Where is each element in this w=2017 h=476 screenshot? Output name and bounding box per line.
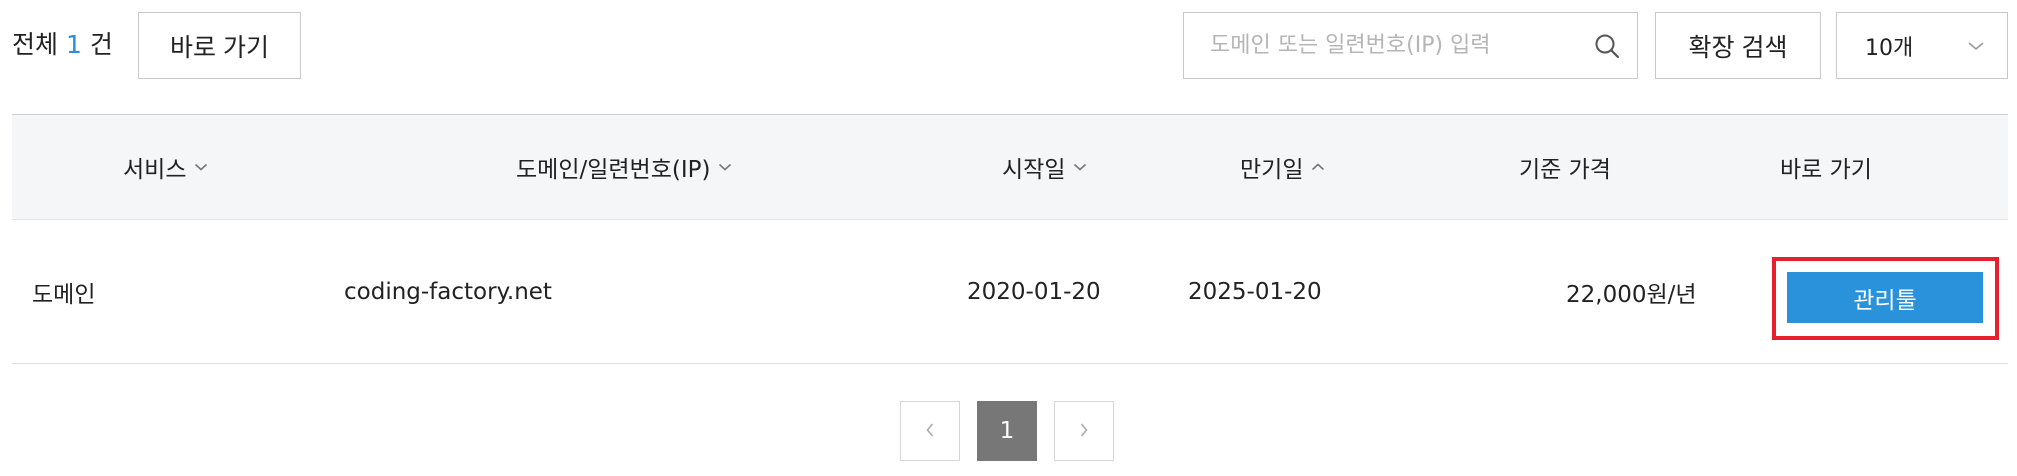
chevron-left-icon xyxy=(925,418,935,444)
column-header-start-date[interactable]: 시작일 xyxy=(1002,115,1087,219)
chevron-down-icon[interactable] xyxy=(194,162,208,172)
prev-page-button[interactable] xyxy=(900,401,960,461)
total-count: 1 xyxy=(66,30,82,59)
column-header-label: 바로 가기 xyxy=(1780,157,1872,183)
search-box xyxy=(1183,12,1638,79)
column-header-label: 서비스 xyxy=(123,157,187,183)
chevron-down-icon[interactable] xyxy=(1073,162,1087,172)
search-icon[interactable] xyxy=(1577,13,1637,78)
cell-start-date: 2020-01-20 xyxy=(967,278,1101,305)
column-header-price: 기준 가격 xyxy=(1519,115,1611,219)
table-header: 서비스 도메인/일련번호(IP) 시작일 만기일 기준 가격 바로 가기 xyxy=(12,114,2008,220)
column-header-label: 도메인/일련번호(IP) xyxy=(516,157,711,183)
total-prefix: 전체 xyxy=(12,30,59,59)
column-header-label: 시작일 xyxy=(1002,157,1066,183)
page-size-value: 10개 xyxy=(1865,35,1914,61)
page-size-select[interactable]: 10개 xyxy=(1836,12,2008,79)
total-count-label: 전체 1 건 xyxy=(12,28,113,62)
cell-service: 도메인 xyxy=(32,281,96,308)
chevron-down-icon[interactable] xyxy=(718,162,732,172)
chevron-right-icon xyxy=(1079,418,1089,444)
column-header-label: 기준 가격 xyxy=(1519,157,1611,183)
page-number-current[interactable]: 1 xyxy=(977,401,1037,461)
column-header-expiry-date[interactable]: 만기일 xyxy=(1240,115,1325,219)
domain-list-page: 전체1건 바로 가기 확장 검색 10개 서비스 도메인/일련번호(IP xyxy=(0,0,2017,476)
next-page-button[interactable] xyxy=(1054,401,1114,461)
search-input[interactable] xyxy=(1184,13,1577,78)
goto-button[interactable]: 바로 가기 xyxy=(138,12,301,79)
column-header-goto: 바로 가기 xyxy=(1780,115,1872,219)
column-header-service[interactable]: 서비스 xyxy=(123,115,208,219)
table-row: 도메인 coding-factory.net 2020-01-20 2025-0… xyxy=(12,220,2008,364)
cell-expiry-date: 2025-01-20 xyxy=(1188,278,1322,305)
chevron-down-icon xyxy=(1967,33,1985,58)
chevron-up-icon[interactable] xyxy=(1311,162,1325,172)
total-suffix: 건 xyxy=(89,30,113,59)
column-header-domain[interactable]: 도메인/일련번호(IP) xyxy=(516,115,732,219)
cell-domain: coding-factory.net xyxy=(344,278,552,305)
column-header-label: 만기일 xyxy=(1240,157,1304,183)
cell-price: 22,000원/년 xyxy=(1566,281,1697,308)
manage-tool-button[interactable]: 관리툴 xyxy=(1787,272,1983,323)
extended-search-button[interactable]: 확장 검색 xyxy=(1655,12,1821,79)
